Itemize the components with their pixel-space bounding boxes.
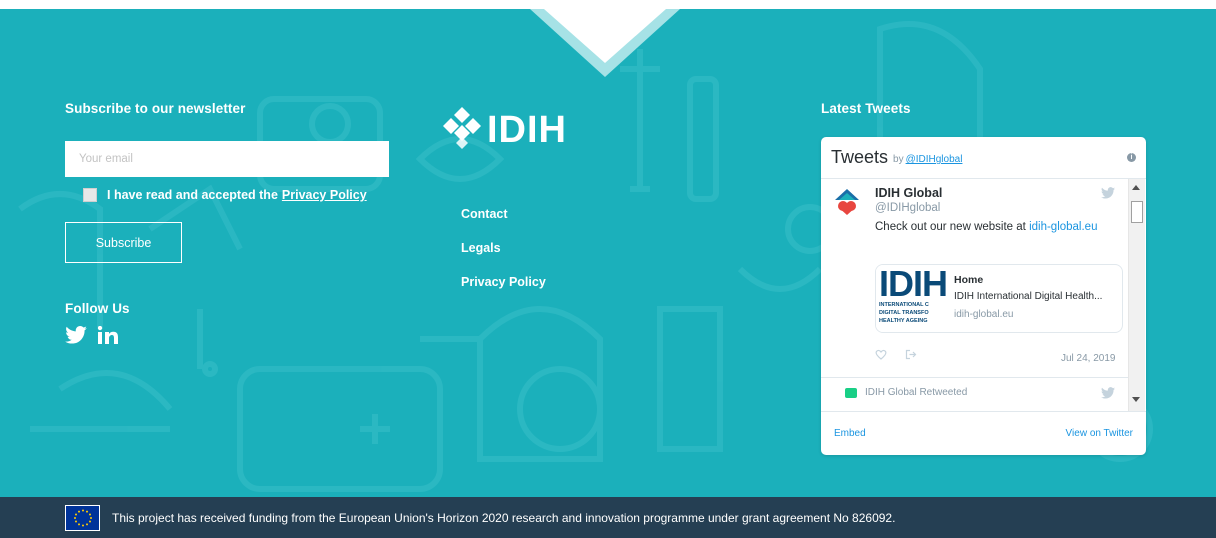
consent-text: I have read and accepted the	[107, 188, 278, 202]
tweets-column: Latest Tweets Tweets by @IDIHglobal i ID…	[821, 101, 1146, 455]
email-input[interactable]	[65, 141, 389, 177]
timeline-scrollbar[interactable]	[1128, 179, 1145, 411]
scroll-up-arrow[interactable]	[1132, 185, 1140, 190]
card-description: IDIH International Digital Health...	[954, 291, 1103, 302]
retweet-label: IDIH Global Retweeted	[865, 387, 968, 398]
tweet-author-name[interactable]: IDIH Global	[875, 186, 942, 200]
scroll-thumb[interactable]	[1131, 201, 1143, 223]
funding-text: This project has received funding from t…	[112, 510, 896, 525]
card-thumbnail: IDIH INTERNATIONAL C DIGITAL TRANSFO HEA…	[876, 265, 946, 332]
tweet-date[interactable]: Jul 24, 2019	[1061, 353, 1116, 364]
timeline-by: by	[893, 154, 904, 165]
funding-bar: This project has received funding from t…	[0, 497, 1216, 538]
tweet-link[interactable]: idih-global.eu	[1029, 221, 1097, 233]
retweet-indicator: IDIH Global Retweeted	[845, 387, 967, 398]
idih-logo[interactable]: IDIH	[443, 107, 643, 153]
footer-nav: Contact Legals Privacy Policy	[461, 207, 546, 309]
card-title: Home	[954, 274, 984, 286]
latest-tweets-title: Latest Tweets	[821, 101, 911, 116]
consent-checkbox[interactable]	[83, 188, 97, 202]
twitter-bird-icon[interactable]	[1101, 387, 1115, 399]
retweet-icon	[845, 387, 857, 398]
nav-contact[interactable]: Contact	[461, 207, 546, 221]
tweet-author-handle[interactable]: @IDIHglobal	[875, 202, 940, 214]
twitter-timeline-widget: Tweets by @IDIHglobal i IDIH Global @IDI…	[821, 137, 1146, 455]
site-footer: Subscribe to our newsletter I have read …	[0, 9, 1216, 497]
social-links	[65, 326, 395, 344]
timeline-header: Tweets by @IDIHglobal i	[821, 137, 1146, 179]
logo-text: IDIH	[487, 108, 567, 151]
top-strip	[0, 0, 1216, 9]
nav-privacy-policy[interactable]: Privacy Policy	[461, 275, 546, 289]
share-icon[interactable]	[905, 349, 917, 360]
twitter-bird-icon[interactable]	[1101, 187, 1115, 199]
tweet-actions	[875, 349, 917, 360]
thumbnail-logo-text: IDIH	[879, 265, 946, 304]
subscribe-button[interactable]: Subscribe	[65, 222, 182, 263]
nav-legals[interactable]: Legals	[461, 241, 546, 255]
info-icon[interactable]: i	[1127, 153, 1136, 162]
brand-column: IDIH Contact Legals Privacy Policy	[443, 107, 643, 289]
tweet-divider	[821, 377, 1131, 378]
follow-us-title: Follow Us	[65, 301, 130, 316]
twitter-icon[interactable]	[65, 326, 87, 344]
avatar[interactable]	[831, 185, 863, 217]
eu-flag-icon	[65, 504, 100, 531]
scroll-down-arrow[interactable]	[1132, 397, 1140, 402]
privacy-consent: I have read and accepted the Privacy Pol…	[83, 188, 395, 202]
embed-link[interactable]: Embed	[834, 428, 866, 439]
thumbnail-subtitle: INTERNATIONAL C DIGITAL TRANSFO HEALTHY …	[879, 302, 929, 324]
privacy-policy-link[interactable]: Privacy Policy	[282, 188, 367, 202]
linkedin-icon[interactable]	[98, 326, 118, 344]
timeline-footer: Embed View on Twitter	[821, 411, 1146, 455]
link-preview-card[interactable]: IDIH INTERNATIONAL C DIGITAL TRANSFO HEA…	[875, 264, 1123, 333]
scroll-down-chevron	[530, 9, 680, 77]
like-heart-icon[interactable]	[875, 349, 887, 360]
timeline-title: Tweets	[831, 147, 889, 167]
view-on-twitter-link[interactable]: View on Twitter	[1066, 428, 1133, 439]
tweet-text-body: Check out our new website at	[875, 221, 1026, 233]
newsletter-title: Subscribe to our newsletter	[65, 101, 246, 116]
tweet-text: Check out our new website at idih-global…	[875, 221, 1097, 233]
timeline-body[interactable]: IDIH Global @IDIHglobal Check out our ne…	[821, 179, 1146, 411]
timeline-handle-link[interactable]: @IDIHglobal	[906, 154, 963, 165]
card-url: idih-global.eu	[954, 309, 1014, 320]
newsletter-column: Subscribe to our newsletter I have read …	[65, 101, 395, 344]
idih-logo-mark	[443, 107, 481, 149]
